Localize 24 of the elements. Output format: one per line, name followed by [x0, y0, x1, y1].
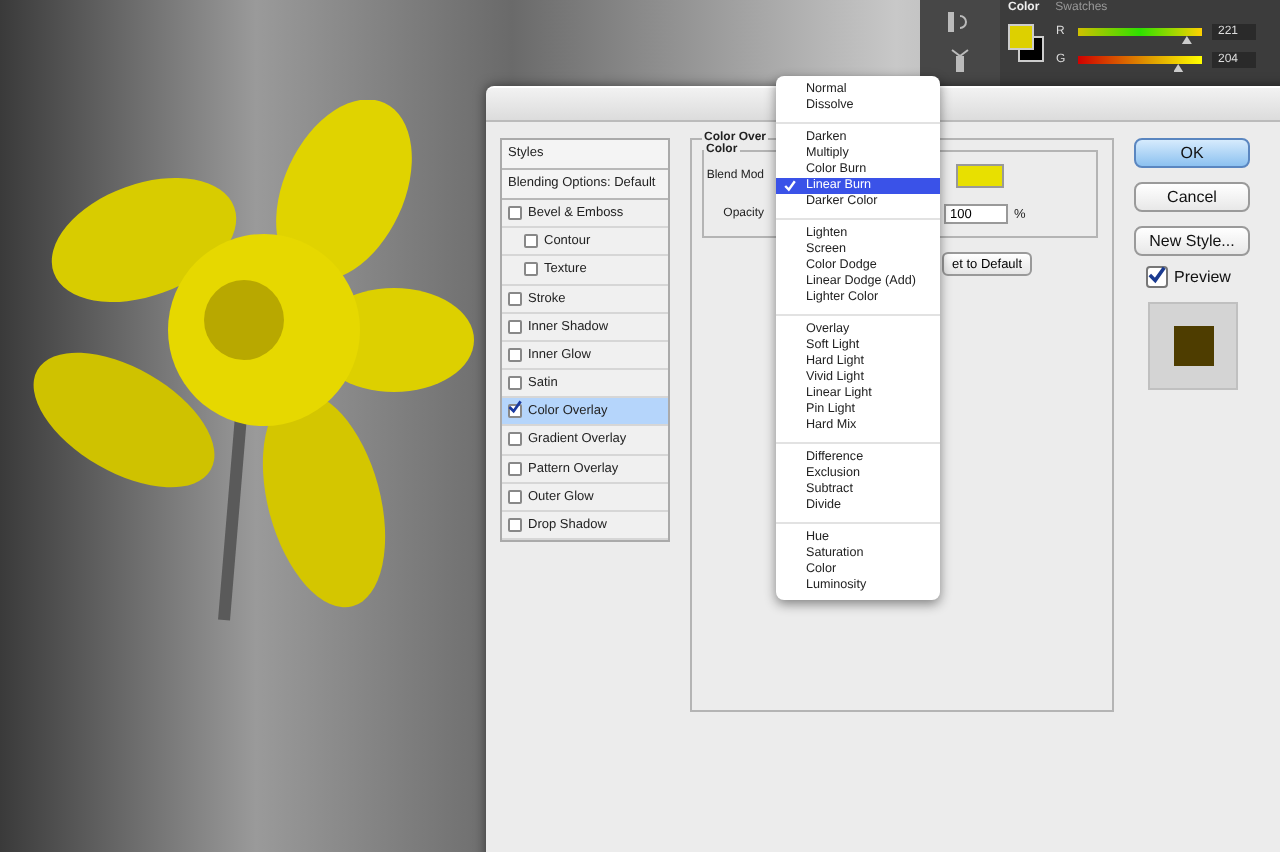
checkbox[interactable] [508, 404, 522, 419]
checkbox[interactable] [508, 517, 522, 532]
slider-thumb[interactable] [1173, 64, 1184, 72]
checkbox[interactable] [508, 489, 522, 504]
checkbox[interactable] [1146, 266, 1168, 288]
color-swatch[interactable] [956, 164, 1004, 188]
checkbox[interactable] [508, 461, 522, 476]
checkbox[interactable] [508, 319, 522, 334]
dialog-button[interactable]: OK [1134, 138, 1250, 168]
check-icon [784, 180, 796, 192]
dialog-button[interactable]: New Style... [1134, 226, 1250, 256]
color-swatches-icon[interactable] [1008, 24, 1044, 60]
checkbox[interactable] [508, 347, 522, 362]
slider-thumb[interactable] [1181, 36, 1192, 44]
checkbox[interactable] [524, 262, 538, 277]
dialog-button[interactable]: Cancel [1134, 182, 1250, 212]
checkbox[interactable] [508, 432, 522, 447]
tool-icon[interactable] [950, 48, 970, 72]
checkbox[interactable] [508, 206, 522, 221]
checkbox-label[interactable]: Preview [1174, 268, 1231, 286]
checkbox[interactable] [508, 376, 522, 391]
preview-thumbnail [1148, 302, 1238, 390]
checkbox[interactable] [508, 291, 522, 306]
checkbox[interactable] [524, 234, 538, 249]
